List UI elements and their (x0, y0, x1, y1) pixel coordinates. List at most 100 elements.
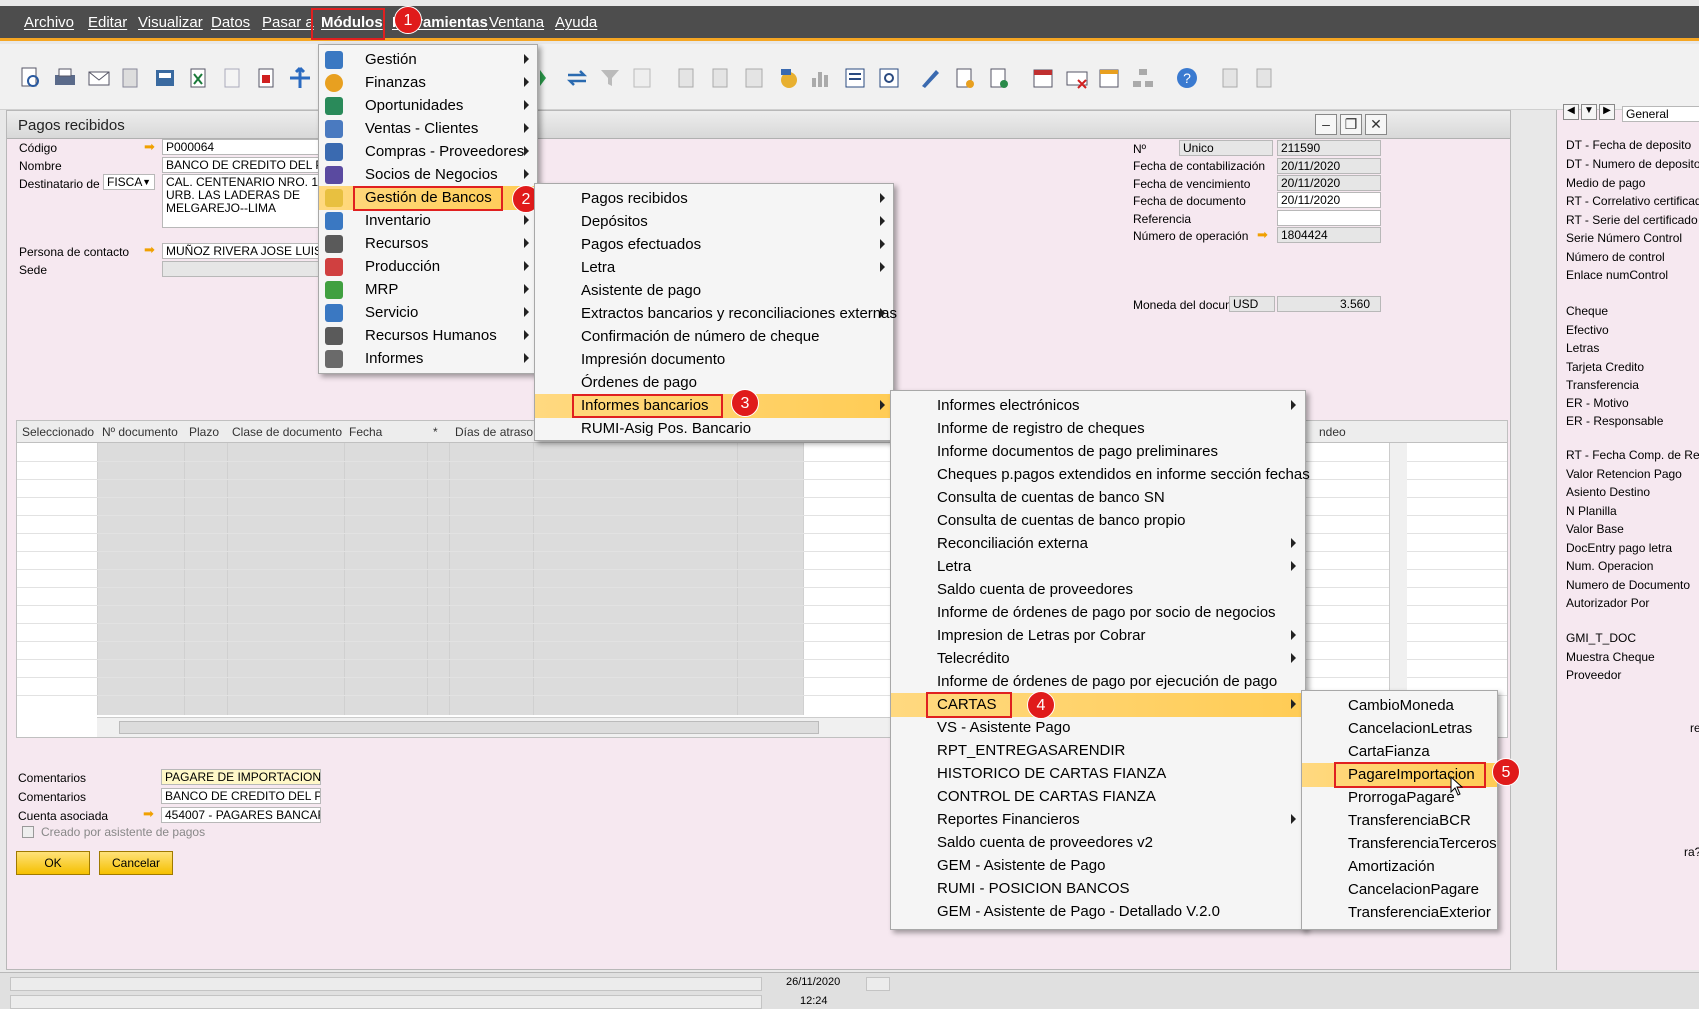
menu-editar[interactable]: Editar (88, 14, 127, 31)
menu-item-reconciliacion-externa[interactable]: Reconciliación externa (891, 532, 1305, 556)
menu-item-finanzas[interactable]: Finanzas (319, 71, 537, 95)
menu-item-pagos-efectuados[interactable]: Pagos efectuados (535, 233, 893, 257)
moneda-code-field[interactable]: USD (1229, 296, 1275, 312)
col-star[interactable]: * (433, 425, 438, 439)
menu-item-letra-informes[interactable]: Letra (891, 555, 1305, 579)
filter-icon[interactable] (598, 66, 624, 90)
menu-item-transferencia-bcr[interactable]: TransferenciaBCR (1302, 809, 1497, 833)
form-settings-icon[interactable] (986, 66, 1012, 90)
menu-item-ordenes-pago[interactable]: Órdenes de pago (535, 371, 893, 395)
restore-button[interactable]: ❐ (1340, 114, 1362, 135)
grid-report-icon[interactable] (1096, 66, 1122, 90)
minimize-button[interactable]: – (1315, 114, 1337, 135)
operacion-link-arrow-icon[interactable]: ➡ (1257, 228, 1271, 241)
menu-item-transferencia-exterior[interactable]: TransferenciaExterior (1302, 901, 1497, 925)
menu-item-impresion-letras[interactable]: Impresion de Letras por Cobrar (891, 624, 1305, 648)
menu-datos[interactable]: Datos (211, 14, 250, 31)
menu-item-impresion-documento[interactable]: Impresión documento (535, 348, 893, 372)
menu-item-recursos-humanos[interactable]: Recursos Humanos (319, 324, 537, 348)
comentarios2-field[interactable]: BANCO DE CREDITO DEL PE (161, 788, 321, 804)
menu-item-cambio-moneda[interactable]: CambioMoneda (1302, 694, 1497, 718)
col-seleccionado[interactable]: Seleccionado (22, 425, 94, 439)
menu-item-informe-registro-cheques[interactable]: Informe de registro de cheques (891, 417, 1305, 441)
menu-item-gestion[interactable]: Gestión (319, 48, 537, 72)
launch-icon[interactable] (287, 66, 313, 90)
print-icon[interactable] (52, 66, 78, 90)
email-icon[interactable] (86, 66, 112, 90)
preview-icon[interactable] (18, 66, 44, 90)
col-numero-documento[interactable]: Nº documento (102, 425, 178, 439)
gross-profit-icon[interactable] (808, 66, 834, 90)
panel-category-select[interactable]: General (1622, 106, 1699, 122)
help-icon[interactable]: ? (1174, 66, 1200, 90)
panel-dropdown-icon[interactable]: ▼ (1581, 104, 1597, 120)
col-plazo[interactable]: Plazo (189, 425, 219, 439)
codigo-link-arrow-icon[interactable]: ➡ (144, 140, 158, 153)
refresh-icon[interactable] (564, 66, 590, 90)
moneda-rate-field[interactable]: 3.560 (1277, 296, 1381, 312)
menu-item-vs-asistente-pago[interactable]: VS - Asistente Pago (891, 716, 1305, 740)
message-icon[interactable] (1064, 66, 1090, 90)
next-record-icon[interactable] (538, 66, 564, 90)
menu-item-oportunidades[interactable]: Oportunidades (319, 94, 537, 118)
import-icon[interactable] (1252, 66, 1278, 90)
menu-item-pagos-recibidos[interactable]: Pagos recibidos (535, 187, 893, 211)
menu-item-cancelacion-pagare[interactable]: CancelacionPagare (1302, 878, 1497, 902)
menu-item-socios-negocios[interactable]: Socios de Negocios (319, 163, 537, 187)
word-icon[interactable] (220, 66, 246, 90)
target-document-icon[interactable] (708, 66, 734, 90)
menu-item-ordenes-pago-ejecucion[interactable]: Informe de órdenes de pago por ejecución… (891, 670, 1305, 694)
hierarchy-icon[interactable] (1130, 66, 1156, 90)
menu-item-rumi-posicion[interactable]: RUMI - POSICION BANCOS (891, 877, 1305, 901)
edit-pen-icon[interactable] (918, 66, 944, 90)
panel-next-icon[interactable]: ▶ (1599, 104, 1615, 120)
sede-field[interactable] (162, 261, 322, 277)
menu-item-rpt-entregas[interactable]: RPT_ENTREGASARENDIR (891, 739, 1305, 763)
fecha-documento-field[interactable]: 20/11/2020 (1277, 192, 1381, 208)
calendar-icon[interactable] (1030, 66, 1056, 90)
fax-icon[interactable] (152, 66, 178, 90)
menu-item-cuentas-banco-propio[interactable]: Consulta de cuentas de banco propio (891, 509, 1305, 533)
close-button[interactable]: ✕ (1365, 114, 1387, 135)
fecha-vencimiento-field[interactable]: 20/11/2020 (1277, 175, 1381, 191)
destinatario-select[interactable]: FISCA ▼ (103, 174, 155, 190)
settings-doc-icon[interactable] (876, 66, 902, 90)
menu-item-ordenes-pago-socio[interactable]: Informe de órdenes de pago por socio de … (891, 601, 1305, 625)
menu-item-asistente-pago[interactable]: Asistente de pago (535, 279, 893, 303)
menu-item-reportes-financieros[interactable]: Reportes Financieros (891, 808, 1305, 832)
base-document-icon[interactable] (674, 66, 700, 90)
journal-icon[interactable] (842, 66, 868, 90)
menu-pasar-a[interactable]: Pasar a (262, 14, 314, 31)
menu-item-letra[interactable]: Letra (535, 256, 893, 280)
codigo-field[interactable]: P000064 (162, 139, 322, 155)
col-fecha[interactable]: Fecha (349, 425, 382, 439)
panel-prev-icon[interactable]: ◀ (1563, 104, 1579, 120)
cuenta-link-arrow-icon[interactable]: ➡ (143, 807, 157, 820)
menu-item-inventario[interactable]: Inventario (319, 209, 537, 233)
fecha-contabilizacion-field[interactable]: 20/11/2020 (1277, 158, 1381, 174)
col-clase-documento[interactable]: Clase de documento (232, 425, 342, 439)
comentarios-field[interactable]: PAGARE DE IMPORTACION (161, 769, 321, 785)
doc-settings-icon[interactable] (952, 66, 978, 90)
menu-item-ventas-clientes[interactable]: Ventas - Clientes (319, 117, 537, 141)
menu-item-saldo-proveedores-v2[interactable]: Saldo cuenta de proveedores v2 (891, 831, 1305, 855)
menu-item-depositos[interactable]: Depósitos (535, 210, 893, 234)
creado-checkbox[interactable] (22, 826, 34, 838)
col-dias-atraso[interactable]: Días de atraso (455, 425, 533, 439)
menu-item-transferencia-terceros[interactable]: TransferenciaTerceros (1302, 832, 1497, 856)
menu-item-control-cartas[interactable]: CONTROL DE CARTAS FIANZA (891, 785, 1305, 809)
cuenta-asociada-field[interactable]: 454007 - PAGARES BANCARI( (161, 807, 321, 823)
menu-ayuda[interactable]: Ayuda (555, 14, 597, 31)
menu-item-compras-proveedores[interactable]: Compras - Proveedores (319, 140, 537, 164)
related-docs-icon[interactable] (742, 66, 768, 90)
menu-item-rumi-asig[interactable]: RUMI-Asig Pos. Bancario (535, 417, 893, 441)
menu-item-gem-asistente[interactable]: GEM - Asistente de Pago (891, 854, 1305, 878)
serie-field[interactable]: Unico (1179, 140, 1273, 156)
payment-means-icon[interactable] (776, 66, 802, 90)
menu-item-prorroga-pagare[interactable]: ProrrogaPagare (1302, 786, 1497, 810)
menu-item-documentos-pago-preliminares[interactable]: Informe documentos de pago preliminares (891, 440, 1305, 464)
menu-item-extractos-bancarios[interactable]: Extractos bancarios y reconciliaciones e… (535, 302, 897, 326)
menu-item-saldo-proveedores[interactable]: Saldo cuenta de proveedores (891, 578, 1305, 602)
persona-link-arrow-icon[interactable]: ➡ (144, 243, 158, 256)
referencia-field[interactable] (1277, 210, 1381, 226)
